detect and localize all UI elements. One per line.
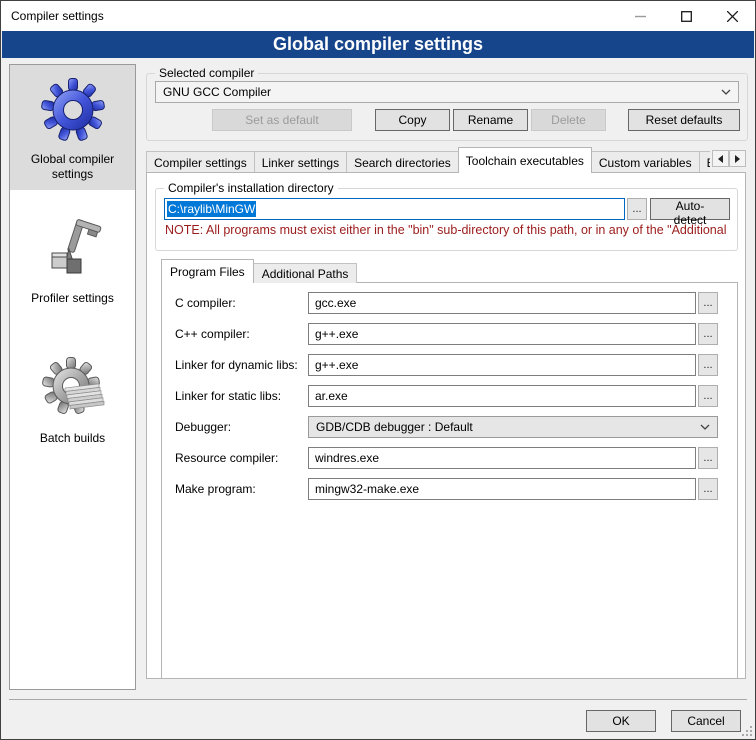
install-dir-legend: Compiler's installation directory bbox=[164, 181, 338, 195]
main-tabbar: Compiler settings Linker settings Search… bbox=[146, 147, 746, 173]
sidebar-item-profiler-settings[interactable]: Profiler settings bbox=[10, 204, 135, 314]
minimize-button[interactable] bbox=[617, 1, 663, 31]
chevron-down-icon bbox=[700, 424, 710, 430]
rename-button[interactable]: Rename bbox=[453, 109, 528, 131]
tab-compiler-settings[interactable]: Compiler settings bbox=[146, 151, 255, 173]
field-row-make-program: Make program: ... bbox=[175, 478, 718, 500]
copy-button[interactable]: Copy bbox=[375, 109, 450, 131]
sidebar-item-label: Global compiler settings bbox=[12, 152, 133, 182]
titlebar: Compiler settings bbox=[1, 1, 755, 31]
left-arrow-icon bbox=[718, 155, 723, 163]
install-dir-row: C:\raylib\MinGW ... Auto-detect bbox=[164, 198, 730, 220]
tab-build-options[interactable]: Build options bbox=[699, 151, 710, 173]
window-title: Compiler settings bbox=[11, 9, 617, 23]
field-label: Linker for static libs: bbox=[175, 389, 308, 403]
tab-scroll-arrows bbox=[712, 150, 746, 167]
close-button[interactable] bbox=[709, 1, 755, 31]
install-dir-selected-text: C:\raylib\MinGW bbox=[167, 201, 256, 217]
tab-search-directories[interactable]: Search directories bbox=[346, 151, 459, 173]
resource-compiler-input[interactable] bbox=[308, 447, 696, 469]
field-label: Make program: bbox=[175, 482, 308, 496]
delete-button[interactable]: Delete bbox=[531, 109, 606, 131]
sidebar-item-label: Batch builds bbox=[36, 431, 109, 446]
field-row-dynamic-linker: Linker for dynamic libs: ... bbox=[175, 354, 718, 376]
browse-button[interactable]: ... bbox=[698, 292, 718, 314]
field-row-c-compiler: C compiler: ... bbox=[175, 292, 718, 314]
dialog-header: Global compiler settings bbox=[2, 31, 754, 58]
tab-scroll-left-button[interactable] bbox=[712, 150, 729, 167]
resize-grip[interactable] bbox=[742, 726, 752, 736]
caliper-icon bbox=[41, 217, 105, 281]
debugger-select[interactable]: GDB/CDB debugger : Default bbox=[308, 416, 718, 438]
gear-stack-icon bbox=[41, 357, 105, 421]
c-compiler-input[interactable] bbox=[308, 292, 696, 314]
sidebar: Global compiler settings Profiler settin… bbox=[9, 64, 136, 690]
make-program-input[interactable] bbox=[308, 478, 696, 500]
toolchain-executables-page: Compiler's installation directory C:\ray… bbox=[146, 172, 746, 679]
install-dir-input[interactable]: C:\raylib\MinGW bbox=[164, 198, 625, 220]
selected-compiler-legend: Selected compiler bbox=[155, 66, 258, 80]
tab-scroll-right-button[interactable] bbox=[729, 150, 746, 167]
note-text: NOTE: All programs must exist either in … bbox=[165, 223, 733, 237]
field-label: Linker for dynamic libs: bbox=[175, 358, 308, 372]
field-row-cpp-compiler: C++ compiler: ... bbox=[175, 323, 718, 345]
browse-button[interactable]: ... bbox=[698, 447, 718, 469]
sidebar-item-label: Profiler settings bbox=[27, 291, 118, 306]
gear-blue-icon bbox=[41, 78, 105, 142]
tab-program-files[interactable]: Program Files bbox=[161, 259, 254, 283]
sidebar-item-batch-builds[interactable]: Batch builds bbox=[10, 344, 135, 454]
ok-button[interactable]: OK bbox=[586, 710, 656, 732]
chevron-down-icon bbox=[721, 89, 731, 95]
minimize-icon bbox=[635, 11, 646, 22]
tab-custom-variables[interactable]: Custom variables bbox=[591, 151, 700, 173]
program-tabbar: Program Files Additional Paths bbox=[161, 259, 356, 283]
browse-button[interactable]: ... bbox=[698, 323, 718, 345]
field-label: C compiler: bbox=[175, 296, 308, 310]
field-row-static-linker: Linker for static libs: ... bbox=[175, 385, 718, 407]
compiler-select-value: GNU GCC Compiler bbox=[163, 85, 271, 99]
tab-linker-settings[interactable]: Linker settings bbox=[254, 151, 347, 173]
sidebar-item-global-compiler-settings[interactable]: Global compiler settings bbox=[10, 65, 135, 190]
compiler-select[interactable]: GNU GCC Compiler bbox=[155, 81, 739, 103]
static-linker-input[interactable] bbox=[308, 385, 696, 407]
field-label: C++ compiler: bbox=[175, 327, 308, 341]
main-tabstrip: Compiler settings Linker settings Search… bbox=[146, 147, 710, 173]
debugger-select-value: GDB/CDB debugger : Default bbox=[316, 420, 473, 434]
field-label: Debugger: bbox=[175, 420, 308, 434]
field-row-debugger: Debugger: GDB/CDB debugger : Default bbox=[175, 416, 718, 438]
maximize-button[interactable] bbox=[663, 1, 709, 31]
footer-divider bbox=[9, 699, 747, 700]
maximize-icon bbox=[681, 11, 692, 22]
cancel-button[interactable]: Cancel bbox=[671, 710, 741, 732]
compiler-buttons-row: Set as default Copy Rename Delete Reset … bbox=[155, 109, 740, 131]
dynamic-linker-input[interactable] bbox=[308, 354, 696, 376]
field-label: Resource compiler: bbox=[175, 451, 308, 465]
browse-button[interactable]: ... bbox=[698, 354, 718, 376]
selected-compiler-group: Selected compiler GNU GCC Compiler Set a… bbox=[146, 66, 748, 141]
browse-button[interactable]: ... bbox=[698, 385, 718, 407]
right-arrow-icon bbox=[735, 155, 740, 163]
install-dir-browse-button[interactable]: ... bbox=[627, 198, 647, 220]
browse-button[interactable]: ... bbox=[698, 478, 718, 500]
close-icon bbox=[727, 11, 738, 22]
field-row-resource-compiler: Resource compiler: ... bbox=[175, 447, 718, 469]
tab-toolchain-executables[interactable]: Toolchain executables bbox=[458, 147, 592, 173]
compiler-settings-dialog: Compiler settings Global compiler settin… bbox=[0, 0, 756, 740]
cpp-compiler-input[interactable] bbox=[308, 323, 696, 345]
reset-defaults-button[interactable]: Reset defaults bbox=[628, 109, 740, 131]
install-dir-group: Compiler's installation directory C:\ray… bbox=[155, 181, 738, 251]
set-as-default-button[interactable]: Set as default bbox=[212, 109, 352, 131]
tab-additional-paths[interactable]: Additional Paths bbox=[253, 263, 358, 283]
autodetect-button[interactable]: Auto-detect bbox=[650, 198, 730, 220]
program-files-page: C compiler: ... C++ compiler: ... Linker… bbox=[161, 282, 738, 679]
